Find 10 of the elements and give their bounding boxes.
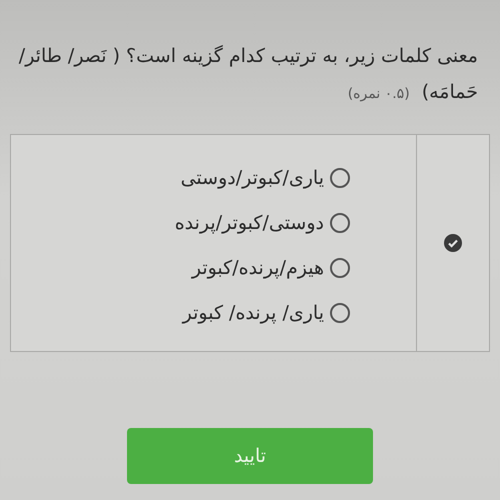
radio-button[interactable] [330,168,350,188]
question-text: معنی کلمات زیر، به ترتیب کدام گزینه است؟ ( نَصر/ طائر/حَمامَه) (۰.۵ نمره) [18,44,478,105]
option-label[interactable]: هیزم/پرنده/کبوتر [192,257,324,279]
radio-button[interactable] [330,258,350,278]
option-label[interactable]: یاری/ پرنده/ کبوتر [182,302,324,324]
check-circle-icon [444,234,462,252]
radio-button[interactable] [330,303,350,323]
radio-button[interactable] [330,213,350,233]
option-label[interactable]: دوستی/کبوتر/پرنده [174,212,324,234]
option-label[interactable]: یاری/کبوتر/دوستی [180,167,324,189]
